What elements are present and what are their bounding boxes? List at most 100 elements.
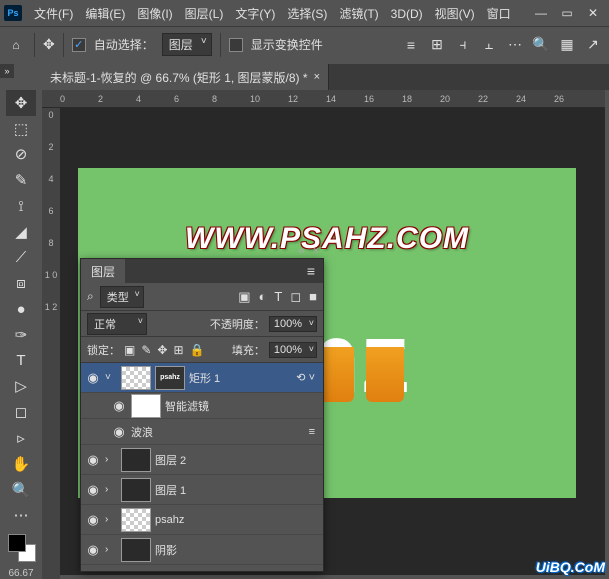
- layer-name[interactable]: 图层 1: [155, 482, 186, 498]
- layer-thumbnail[interactable]: [121, 366, 151, 390]
- search-icon[interactable]: ⌕: [87, 289, 94, 304]
- tool-button[interactable]: ●: [6, 296, 36, 322]
- lock-icon[interactable]: ✥: [157, 343, 167, 357]
- layer-thumbnail[interactable]: [121, 478, 151, 502]
- tool-button[interactable]: ⧈: [6, 270, 36, 296]
- tool-button[interactable]: ▷: [6, 374, 36, 400]
- panel-menu-icon[interactable]: ≡: [299, 263, 323, 279]
- menu-item[interactable]: 窗口: [481, 4, 517, 24]
- layer-thumbnail[interactable]: [121, 448, 151, 472]
- tool-button[interactable]: 🔍: [6, 477, 36, 503]
- options-tool-icon[interactable]: 🔍: [531, 35, 551, 55]
- auto-select-checkbox[interactable]: [72, 38, 86, 52]
- close-icon[interactable]: ×: [314, 71, 320, 83]
- options-tool-icon[interactable]: ⫞: [453, 35, 473, 55]
- tool-button[interactable]: ⟋: [6, 245, 36, 271]
- visibility-icon[interactable]: ◉: [85, 512, 101, 528]
- blend-mode-dropdown[interactable]: 正常: [87, 313, 147, 335]
- filter-options-icon[interactable]: ≡: [309, 426, 319, 438]
- filter-type-dropdown[interactable]: 类型: [100, 286, 144, 308]
- menu-item[interactable]: 图层(L): [179, 4, 230, 24]
- window-close-button[interactable]: ✕: [581, 4, 605, 22]
- layer-thumbnail[interactable]: [121, 538, 151, 562]
- opacity-input[interactable]: 100%: [269, 316, 317, 332]
- menu-item[interactable]: 3D(D): [385, 4, 429, 24]
- layer-name[interactable]: 矩形 1: [189, 370, 220, 386]
- tool-button[interactable]: ◻: [6, 399, 36, 425]
- options-tool-icon[interactable]: ⫠: [479, 35, 499, 55]
- expand-chevron-icon[interactable]: ›: [105, 544, 117, 555]
- menu-item[interactable]: 滤镜(T): [333, 4, 384, 24]
- tool-button[interactable]: ▹: [6, 425, 36, 451]
- layer-mask-thumbnail[interactable]: psahz: [155, 366, 185, 390]
- filter-icon[interactable]: ◻: [290, 289, 301, 305]
- foreground-swatch[interactable]: [8, 534, 26, 552]
- layer-row[interactable]: ◉ › 阴影: [81, 535, 323, 565]
- color-swatches[interactable]: [6, 532, 36, 562]
- expand-chevron-icon[interactable]: ›: [105, 454, 117, 465]
- options-tool-icon[interactable]: ⊞: [427, 35, 447, 55]
- tool-button[interactable]: ◢: [6, 219, 36, 245]
- collapsed-panel-handle[interactable]: »: [0, 64, 14, 78]
- visibility-icon[interactable]: ◉: [85, 370, 101, 386]
- home-icon[interactable]: ⌂: [6, 35, 26, 55]
- layer-name[interactable]: 图层 2: [155, 452, 186, 468]
- panel-tab-layers[interactable]: 图层: [81, 259, 125, 284]
- visibility-icon[interactable]: ◉: [85, 542, 101, 558]
- layer-row[interactable]: ◉ 智能滤镜: [81, 393, 323, 419]
- expand-chevron-icon[interactable]: ˅: [105, 372, 117, 383]
- options-tool-icon[interactable]: ↗: [583, 35, 603, 55]
- visibility-icon[interactable]: ◉: [85, 482, 101, 498]
- filter-icon[interactable]: T: [274, 289, 282, 305]
- layer-thumbnail[interactable]: [121, 508, 151, 532]
- options-tool-icon[interactable]: ⋯: [505, 35, 525, 55]
- tool-button[interactable]: ⟟: [6, 193, 36, 219]
- fill-input[interactable]: 100%: [269, 342, 317, 358]
- tool-button[interactable]: ✥: [6, 90, 36, 116]
- tool-button[interactable]: T: [6, 348, 36, 374]
- layer-thumbnail[interactable]: [131, 394, 161, 418]
- lock-icon[interactable]: ▣: [124, 343, 135, 357]
- window-minimize-button[interactable]: —: [529, 4, 553, 22]
- layer-name[interactable]: psahz: [155, 514, 184, 526]
- tool-button[interactable]: ✋: [6, 451, 36, 477]
- panel-close-icon[interactable]: ×: [313, 245, 319, 257]
- visibility-icon[interactable]: ◉: [111, 398, 127, 414]
- lock-icon[interactable]: ✎: [141, 343, 151, 357]
- auto-select-target-dropdown[interactable]: 图层: [162, 33, 212, 56]
- layer-name[interactable]: 智能滤镜: [165, 398, 209, 414]
- lock-icon[interactable]: 🔒: [190, 343, 205, 357]
- layer-row[interactable]: ◉ ˅ psahz矩形 1 ⟲ ˅: [81, 363, 323, 393]
- show-transform-checkbox[interactable]: [229, 38, 243, 52]
- menu-item[interactable]: 文件(F): [28, 4, 79, 24]
- options-tool-icon[interactable]: ≡: [401, 35, 421, 55]
- tool-button[interactable]: ⋯: [6, 503, 36, 529]
- menu-item[interactable]: 图像(I): [131, 4, 178, 24]
- zoom-level[interactable]: 66.67: [8, 568, 33, 579]
- document-tab[interactable]: 未标题-1-恢复的 @ 66.7% (矩形 1, 图层蒙版/8) * ×: [42, 64, 329, 90]
- menu-item[interactable]: 选择(S): [281, 4, 333, 24]
- layer-row[interactable]: ◉ › 图层 2: [81, 445, 323, 475]
- tool-button[interactable]: ⬚: [6, 116, 36, 142]
- visibility-icon[interactable]: ◉: [85, 452, 101, 468]
- menu-item[interactable]: 文字(Y): [229, 4, 281, 24]
- filter-icon[interactable]: ◐: [259, 289, 267, 305]
- current-tool-icon[interactable]: ✥: [43, 36, 55, 53]
- lock-icon[interactable]: ⊞: [173, 343, 183, 357]
- expand-chevron-icon[interactable]: ›: [105, 484, 117, 495]
- panel-collapse-icon[interactable]: «: [298, 245, 304, 257]
- filter-icon[interactable]: ■: [309, 289, 317, 305]
- menu-item[interactable]: 视图(V): [429, 4, 481, 24]
- layer-row[interactable]: ◉ › 图层 1: [81, 475, 323, 505]
- layer-name[interactable]: 阴影: [155, 542, 177, 558]
- layer-row[interactable]: ◉ › psahz: [81, 505, 323, 535]
- tool-button[interactable]: ⊘: [6, 142, 36, 168]
- layer-name[interactable]: 波浪: [131, 424, 153, 440]
- filter-icon[interactable]: ▣: [238, 289, 250, 305]
- options-tool-icon[interactable]: ▦: [557, 35, 577, 55]
- expand-chevron-icon[interactable]: ›: [105, 514, 117, 525]
- visibility-icon[interactable]: ◉: [111, 424, 127, 440]
- window-restore-button[interactable]: ▭: [555, 4, 579, 22]
- layer-link-icon[interactable]: ⟲ ˅: [296, 371, 319, 384]
- layers-panel[interactable]: « × 图层 ≡ ⌕ 类型 ▣◐T◻■ 正常 不透明度： 100% 锁定： ▣✎…: [80, 258, 324, 572]
